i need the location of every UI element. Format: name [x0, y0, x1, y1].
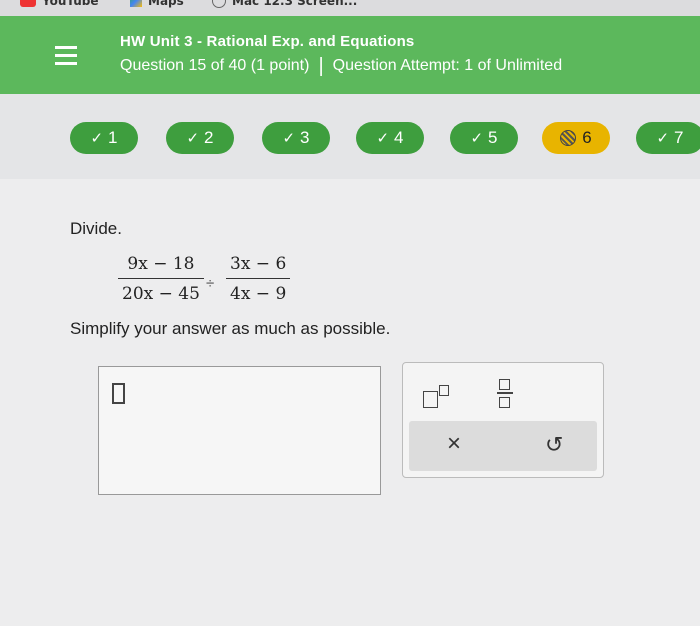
youtube-icon [20, 0, 36, 7]
menu-icon[interactable] [55, 46, 77, 70]
fraction-2-denominator: 4x − 9 [230, 284, 287, 304]
check-icon: ✓ [90, 130, 104, 147]
question-nav-button-1[interactable]: ✓ 1 [70, 122, 138, 154]
bookmarks-bar: YouTube Maps Mac 12.3 Screen... [0, 0, 700, 16]
assignment-header: HW Unit 3 - Rational Exp. and Equations … [0, 16, 700, 94]
exponent-tool-icon[interactable] [423, 385, 455, 408]
question-nav-button-7[interactable]: ✓ 7 [636, 122, 700, 154]
clear-button[interactable]: × [447, 430, 461, 458]
math-toolbar: × ↺ [402, 362, 604, 478]
question-nav-button-2[interactable]: ✓ 2 [166, 122, 234, 154]
fraction-tool-icon[interactable] [497, 379, 513, 409]
question-nav-button-3[interactable]: ✓ 3 [262, 122, 330, 154]
fraction-1: 9x − 18 20x − 45 [118, 254, 204, 304]
bookmark-label: Mac 12.3 Screen... [232, 0, 358, 8]
check-icon: ✓ [656, 130, 670, 147]
question-number: 3 [300, 128, 310, 147]
problem-prompt: Divide. [70, 219, 122, 238]
fraction-2: 3x − 6 4x − 9 [226, 254, 291, 304]
divider: | [318, 55, 324, 77]
input-placeholder-box [112, 383, 125, 404]
answer-input[interactable] [98, 366, 381, 495]
check-icon: ✓ [470, 130, 484, 147]
toolbar-actions: × ↺ [409, 421, 597, 471]
attempt-info: Question Attempt: 1 of Unlimited [332, 57, 563, 74]
question-number: 5 [488, 128, 498, 147]
assignment-title: HW Unit 3 - Rational Exp. and Equations [120, 33, 415, 50]
question-nav-button-6[interactable]: 6 [542, 122, 610, 154]
fraction-2-numerator: 3x − 6 [226, 254, 291, 279]
question-number: 7 [674, 128, 684, 147]
fraction-1-numerator: 9x − 18 [118, 254, 204, 279]
question-number: 1 [108, 128, 118, 147]
bookmark-youtube[interactable]: YouTube [20, 0, 99, 8]
instruction-text: Simplify your answer as much as possible… [70, 319, 391, 338]
fraction-1-denominator: 20x − 45 [122, 284, 200, 304]
undo-button[interactable]: ↺ [545, 432, 563, 458]
circle-icon [212, 0, 226, 8]
bookmark-mac-screen[interactable]: Mac 12.3 Screen... [212, 0, 357, 8]
current-question-icon [560, 130, 577, 146]
question-info: Question 15 of 40 (1 point) [120, 57, 310, 74]
check-icon: ✓ [186, 130, 200, 147]
question-info-line: Question 15 of 40 (1 point) | Question A… [120, 55, 563, 77]
check-icon: ✓ [376, 130, 390, 147]
question-nav-button-4[interactable]: ✓ 4 [356, 122, 424, 154]
maps-icon [130, 0, 142, 7]
question-number: 2 [204, 128, 214, 147]
question-number: 4 [394, 128, 404, 147]
bookmark-maps[interactable]: Maps [130, 0, 184, 8]
check-icon: ✓ [282, 130, 296, 147]
bookmark-label: YouTube [42, 0, 99, 8]
division-operator: ÷ [206, 275, 215, 292]
question-nav: ✓ 1 ✓ 2 ✓ 3 ✓ 4 ✓ 5 6 ✓ 7 [0, 94, 700, 179]
question-number: 6 [582, 128, 592, 147]
bookmark-label: Maps [148, 0, 184, 8]
problem-area: Divide. 9x − 18 20x − 45 ÷ 3x − 6 4x − 9… [0, 179, 700, 626]
question-nav-button-5[interactable]: ✓ 5 [450, 122, 518, 154]
